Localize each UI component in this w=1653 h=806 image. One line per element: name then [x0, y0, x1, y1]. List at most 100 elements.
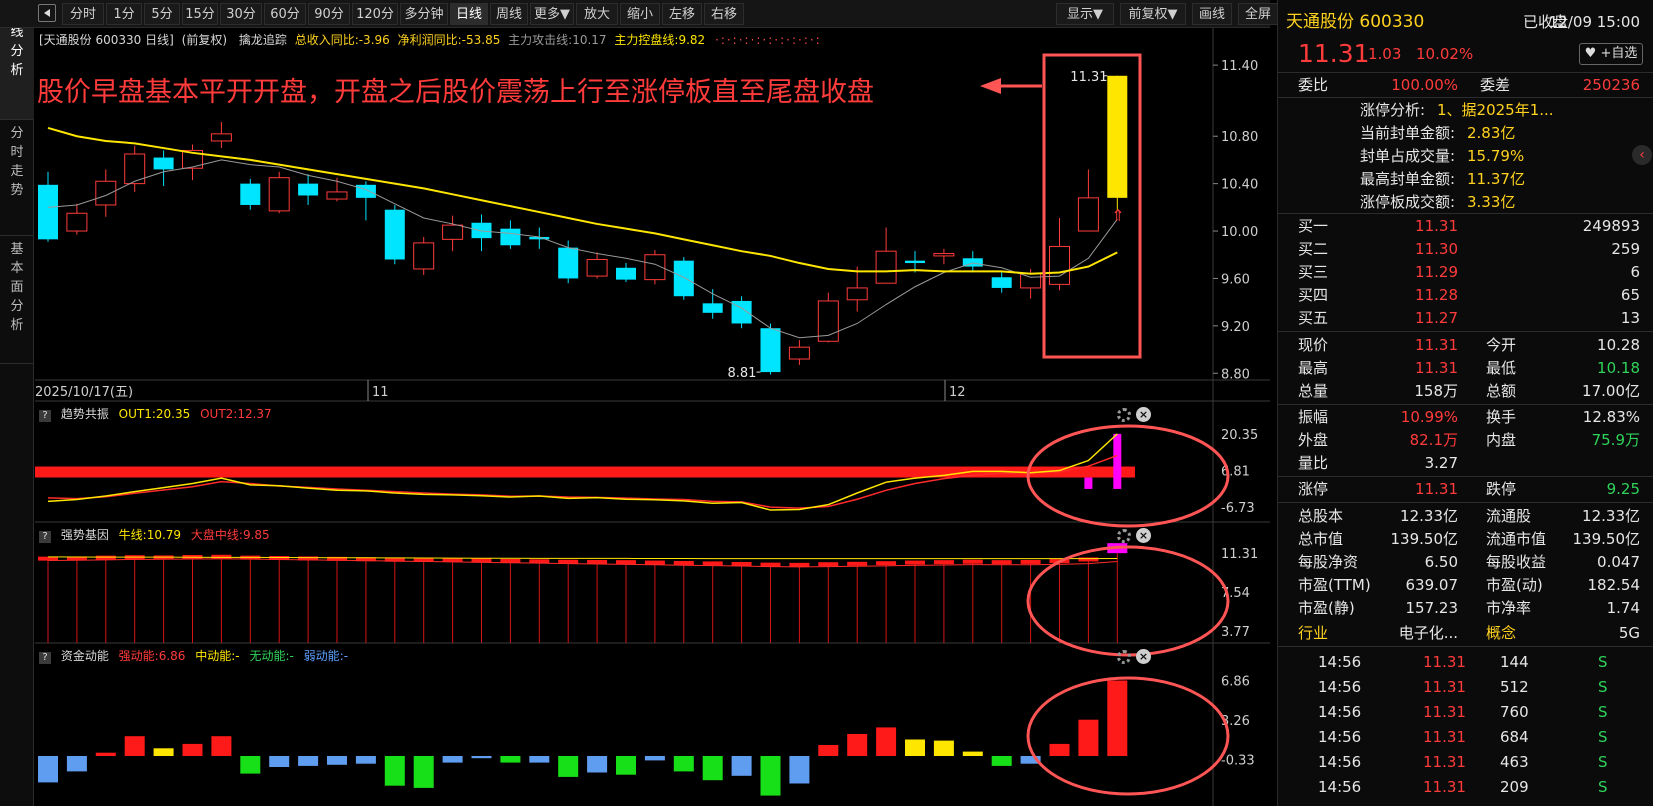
- view-button-1[interactable]: 前复权▼: [1120, 3, 1186, 25]
- period-button-1[interactable]: 1分: [106, 3, 142, 25]
- buy-level-row[interactable]: 买四 11.28 65: [1278, 283, 1653, 307]
- collapse-icon[interactable]: [38, 4, 56, 22]
- candle-body: [1077, 197, 1099, 232]
- tick-row: 14:56 11.31 209 S: [1278, 775, 1653, 799]
- vtab-intraday[interactable]: 分时走势: [0, 120, 34, 236]
- buy-level-row[interactable]: 买一 11.31 249893: [1278, 214, 1653, 238]
- highlight-ellipse: [1026, 676, 1230, 796]
- fund-label: 总股本: [1298, 507, 1344, 525]
- fund-label: 市盈(动): [1486, 576, 1543, 594]
- candle-body: [1049, 245, 1070, 285]
- limit-analysis-row: 最高封单金额: 11.37亿: [1278, 167, 1653, 191]
- help-icon[interactable]: ?: [39, 652, 51, 664]
- price-tick-label: 8.80: [1221, 367, 1250, 382]
- limit-analysis-row: 涨停分析: 1、据2025年1...: [1278, 98, 1653, 122]
- tick-time: 14:56: [1318, 678, 1362, 696]
- period-button-8[interactable]: 多分钟: [400, 3, 448, 25]
- vtab-fundamental[interactable]: 基本面分析: [0, 236, 34, 364]
- gene-mid-line: [47, 558, 1118, 568]
- bid-diff: 250236: [1582, 76, 1640, 94]
- view-button-0[interactable]: 显示▼: [1056, 3, 1114, 25]
- tick-side: S: [1598, 728, 1608, 746]
- fund-bar: [413, 756, 434, 788]
- gene-bar: [587, 559, 608, 564]
- buy-level-label: 买一: [1298, 217, 1329, 235]
- period-button-9[interactable]: 日线: [450, 3, 488, 25]
- period-button-4[interactable]: 30分: [220, 3, 262, 25]
- quote-row: 外盘 82.1万 内盘 75.9万: [1278, 428, 1653, 452]
- chart-symbol: [天通股份 600330 日线]: [39, 33, 174, 47]
- gene-tick-label: 3.77: [1221, 625, 1250, 640]
- gene-settings-icon[interactable]: [1117, 529, 1131, 543]
- analysis-label: 涨停分析:: [1360, 101, 1426, 119]
- rocket-icon: ⇑: [1111, 206, 1124, 225]
- buy-level-row[interactable]: 买二 11.30 259: [1278, 237, 1653, 261]
- period-button-0[interactable]: 分时: [62, 3, 104, 25]
- gene-bar: [991, 560, 1012, 565]
- fund-bar: [644, 756, 665, 761]
- period-button-11[interactable]: 更多▼: [530, 3, 574, 25]
- view-button-3[interactable]: 全屏: [1238, 3, 1278, 25]
- buy-level-row[interactable]: 买三 11.29 6: [1278, 260, 1653, 284]
- period-button-7[interactable]: 120分: [352, 3, 398, 25]
- fund-bar: [269, 756, 290, 767]
- quote-value: 158万: [1414, 382, 1458, 400]
- price-change: 1.03: [1368, 45, 1402, 63]
- candle-body: [991, 277, 1012, 288]
- candle-body: [702, 303, 723, 313]
- quote-label: 振幅: [1298, 408, 1329, 426]
- fund-bar: [355, 756, 376, 764]
- tick-row: 14:56 11.31 144 S: [1278, 650, 1653, 674]
- trend-out2: OUT2:12.37: [200, 407, 272, 421]
- candle-body: [66, 212, 88, 232]
- period-button-10[interactable]: 周线: [490, 3, 528, 25]
- quote-label: 换手: [1486, 408, 1517, 426]
- concept-value: 5G: [1618, 624, 1640, 642]
- fund-close-icon[interactable]: ×: [1136, 649, 1151, 664]
- quote-value: 17.00亿: [1582, 382, 1640, 400]
- analysis-label: 封单占成交量:: [1360, 147, 1456, 165]
- buy-level-volume: 249893: [1582, 217, 1640, 235]
- industry-row[interactable]: 行业 电子化... 概念 5G: [1278, 621, 1653, 645]
- help-icon[interactable]: ?: [39, 410, 51, 422]
- expand-icon[interactable]: ‹: [1632, 145, 1652, 165]
- chart-area: 11.40 10.80 10.40 10.00 9.60 9.20 8.80 11.31 8.8…: [35, 28, 1270, 806]
- quote-row: 现价 11.31 今开 10.28: [1278, 333, 1653, 357]
- view-button-2[interactable]: 画线: [1192, 3, 1232, 25]
- chart-adjust: (前复权): [181, 33, 228, 47]
- gene-close-icon[interactable]: ×: [1136, 528, 1151, 543]
- add-watchlist-button[interactable]: ♥ +自选: [1579, 43, 1643, 65]
- quote-row: 最高 11.31 最低 10.18: [1278, 356, 1653, 380]
- fund-value: 639.07: [1405, 576, 1459, 594]
- help-icon[interactable]: ?: [39, 531, 51, 543]
- period-button-5[interactable]: 60分: [264, 3, 306, 25]
- period-button-2[interactable]: 5分: [144, 3, 180, 25]
- period-button-3[interactable]: 15分: [182, 3, 218, 25]
- period-button-13[interactable]: 缩小: [620, 3, 660, 25]
- trend-settings-icon[interactable]: [1117, 408, 1131, 422]
- fund-settings-icon[interactable]: [1117, 650, 1131, 664]
- tick-time: 14:56: [1318, 778, 1362, 796]
- candle-body: [268, 177, 290, 212]
- period-button-6[interactable]: 90分: [308, 3, 350, 25]
- gene-title: 强势基因: [60, 528, 109, 542]
- fund-value: 139.50亿: [1572, 530, 1641, 548]
- buy-level-row[interactable]: 买五 11.27 13: [1278, 306, 1653, 330]
- fund-bar: [442, 756, 463, 763]
- period-button-15[interactable]: 右移: [704, 3, 744, 25]
- tick-time: 14:56: [1318, 728, 1362, 746]
- limit-analysis-row: 当前封单金额: 2.83亿: [1278, 121, 1653, 145]
- trend-close-icon[interactable]: ×: [1136, 407, 1151, 422]
- tick-time: 14:56: [1318, 703, 1362, 721]
- analysis-label: 最高封单金额:: [1360, 170, 1456, 188]
- vertical-tabs: K线分析 分时走势 基本面分析: [0, 0, 34, 806]
- current-price: 11.31: [1298, 39, 1370, 68]
- watch-label: +自选: [1600, 46, 1638, 61]
- tick-row: 14:56 11.31 512 S: [1278, 675, 1653, 699]
- fund-bar: [529, 756, 550, 763]
- period-button-14[interactable]: 左移: [662, 3, 702, 25]
- fund-label: 市盈(静): [1298, 599, 1355, 617]
- gene-bar: [847, 561, 868, 566]
- period-button-12[interactable]: 放大: [576, 3, 618, 25]
- trend-tick-label: -6.73: [1221, 501, 1255, 516]
